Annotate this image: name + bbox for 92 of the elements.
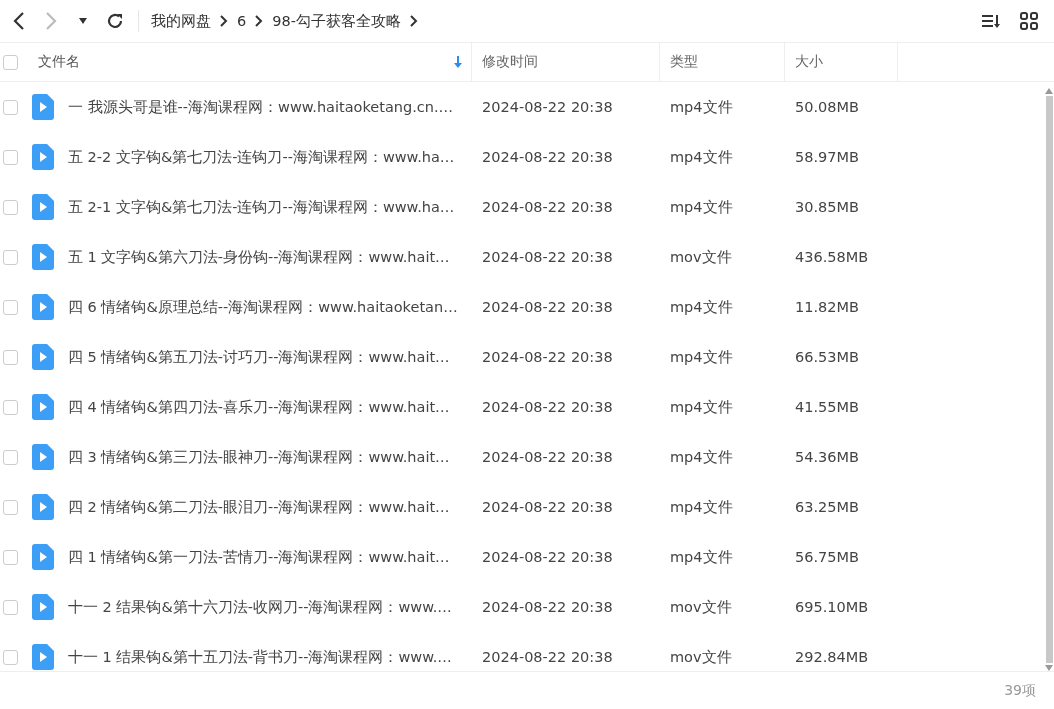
file-size: 695.10MB	[794, 599, 870, 615]
file-size: 11.82MB	[794, 299, 860, 315]
file-name[interactable]: 四 1 情绪钩&第一刀法-苦情刀--海淘课程网：www.hait…	[68, 547, 450, 567]
chevron-icon	[219, 15, 229, 27]
modified-time: 2024-08-22 20:38	[481, 449, 614, 465]
modified-time: 2024-08-22 20:38	[481, 549, 614, 565]
checkbox[interactable]	[3, 54, 18, 70]
file-type: mp4文件	[669, 497, 734, 517]
video-file-icon	[32, 394, 54, 420]
modified-time: 2024-08-22 20:38	[481, 99, 614, 115]
file-name[interactable]: 四 5 情绪钩&第五刀法-讨巧刀--海淘课程网：www.hait…	[68, 347, 450, 367]
file-size: 58.97MB	[794, 149, 860, 165]
file-size: 292.84MB	[794, 649, 870, 665]
file-name[interactable]: 一 我源头哥是谁--海淘课程网：www.haitaoketang.cn.…	[68, 97, 454, 117]
file-name[interactable]: 四 2 情绪钩&第二刀法-眼泪刀--海淘课程网：www.hait…	[68, 497, 450, 517]
file-type: mov文件	[669, 247, 733, 267]
file-type: mp4文件	[669, 197, 734, 217]
file-size: 50.08MB	[794, 99, 860, 115]
video-file-icon	[32, 344, 54, 370]
checkbox[interactable]	[3, 599, 18, 615]
file-type: mov文件	[669, 647, 733, 667]
file-size: 41.55MB	[794, 399, 860, 415]
checkbox[interactable]	[3, 399, 18, 415]
file-size: 63.25MB	[794, 499, 860, 515]
video-file-icon	[32, 244, 54, 270]
checkbox[interactable]	[3, 149, 18, 165]
column-header[interactable]: 文件名	[38, 53, 80, 71]
file-name[interactable]: 四 3 情绪钩&第三刀法-眼神刀--海淘课程网：www.hait…	[68, 447, 450, 467]
chevron-icon	[408, 15, 419, 27]
file-name[interactable]: 五 2-2 文字钩&第七刀法-连钩刀--海淘课程网：www.ha…	[68, 147, 455, 167]
video-file-icon	[32, 494, 54, 520]
modified-time: 2024-08-22 20:38	[481, 399, 614, 415]
file-name[interactable]: 四 4 情绪钩&第四刀法-喜乐刀--海淘课程网：www.hait…	[68, 397, 450, 417]
file-type: mp4文件	[669, 397, 734, 417]
file-size: 436.58MB	[794, 249, 870, 265]
file-size: 56.75MB	[794, 549, 860, 565]
breadcrumb-link[interactable]: 我的网盘	[151, 11, 211, 31]
video-file-icon	[32, 644, 54, 670]
file-type: mp4文件	[669, 97, 734, 117]
file-type: mp4文件	[669, 147, 734, 167]
file-type: mov文件	[669, 597, 733, 617]
file-name[interactable]: 十一 1 结果钩&第十五刀法-背书刀--海淘课程网：www.…	[68, 647, 452, 667]
video-file-icon	[32, 144, 54, 170]
item-count: 39项	[1004, 682, 1036, 700]
file-size: 54.36MB	[794, 449, 860, 465]
breadcrumb-link[interactable]: 98-勾子获客全攻略	[272, 11, 401, 31]
scroll-down-icon[interactable]	[1045, 665, 1053, 671]
checkbox[interactable]	[3, 99, 18, 115]
breadcrumb-link[interactable]: 6	[237, 13, 247, 29]
file-type: mp4文件	[669, 547, 734, 567]
column-header[interactable]: 大小	[795, 53, 823, 71]
file-name[interactable]: 五 2-1 文字钩&第七刀法-连钩刀--海淘课程网：www.ha…	[68, 197, 455, 217]
chevron-icon	[254, 15, 265, 27]
caret-icon	[78, 17, 88, 25]
refresh-icon	[106, 12, 124, 30]
video-file-icon	[32, 544, 54, 570]
column-header[interactable]: 类型	[670, 53, 698, 71]
file-name[interactable]: 十一 2 结果钩&第十六刀法-收网刀--海淘课程网：www.…	[68, 597, 452, 617]
file-type: mp4文件	[669, 347, 734, 367]
sort-icon	[980, 12, 1002, 30]
column-header[interactable]: 修改时间	[482, 53, 538, 71]
file-name[interactable]: 四 6 情绪钩&原理总结--海淘课程网：www.haitaoketan…	[68, 297, 458, 317]
modified-time: 2024-08-22 20:38	[481, 599, 614, 615]
modified-time: 2024-08-22 20:38	[481, 299, 614, 315]
file-name[interactable]: 五 1 文字钩&第六刀法-身份钩--海淘课程网：www.hait…	[68, 247, 450, 267]
video-file-icon	[32, 294, 54, 320]
modified-time: 2024-08-22 20:38	[481, 349, 614, 365]
video-file-icon	[32, 94, 54, 120]
checkbox[interactable]	[3, 549, 18, 565]
file-type: mp4文件	[669, 297, 734, 317]
modified-time: 2024-08-22 20:38	[481, 149, 614, 165]
modified-time: 2024-08-22 20:38	[481, 499, 614, 515]
file-size: 30.85MB	[794, 199, 860, 215]
file-type: mp4文件	[669, 447, 734, 467]
file-size: 66.53MB	[794, 349, 860, 365]
modified-time: 2024-08-22 20:38	[481, 649, 614, 665]
modified-time: 2024-08-22 20:38	[481, 199, 614, 215]
checkbox[interactable]	[3, 649, 18, 665]
grid-icon	[1020, 12, 1038, 30]
modified-time: 2024-08-22 20:38	[481, 249, 614, 265]
video-file-icon	[32, 594, 54, 620]
back-icon	[12, 11, 26, 31]
forward-icon	[44, 11, 58, 31]
checkbox[interactable]	[3, 299, 18, 315]
checkbox[interactable]	[3, 449, 18, 465]
video-file-icon	[32, 444, 54, 470]
checkbox[interactable]	[3, 249, 18, 265]
scroll-up-icon[interactable]	[1045, 88, 1053, 94]
checkbox[interactable]	[3, 349, 18, 365]
checkbox[interactable]	[3, 199, 18, 215]
checkbox[interactable]	[3, 499, 18, 515]
video-file-icon	[32, 194, 54, 220]
